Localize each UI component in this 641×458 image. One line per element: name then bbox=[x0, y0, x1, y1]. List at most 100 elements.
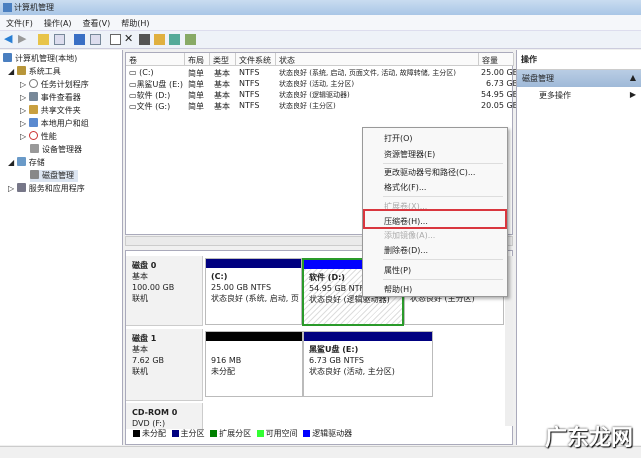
layout-cell: 简单 bbox=[188, 69, 204, 78]
partition-c[interactable]: (C:) 25.00 GB NTFS 状态良好 (系统, 启动, 页 bbox=[205, 258, 302, 325]
disk-0-label[interactable]: 磁盘 0 基本 100.00 GB 联机 bbox=[126, 256, 203, 326]
up-folder-icon[interactable] bbox=[38, 34, 49, 45]
type-cell: 基本 bbox=[214, 91, 230, 100]
menu-item-open[interactable]: 打开(O) bbox=[384, 133, 413, 144]
properties-icon[interactable] bbox=[110, 34, 121, 45]
tree-item-computer-management[interactable]: 计算机管理(本地) bbox=[3, 53, 77, 65]
filesystem-cell: NTFS bbox=[239, 68, 260, 77]
menu-help[interactable]: 帮助(H) bbox=[115, 15, 154, 29]
column-header-layout[interactable]: 布局 bbox=[185, 53, 210, 66]
drive-icon[interactable] bbox=[139, 34, 150, 45]
window-title: 计算机管理 bbox=[14, 3, 54, 12]
capacity-cell: 6.73 GB bbox=[486, 79, 519, 88]
collapse-icon: ▲ bbox=[629, 73, 636, 82]
legend-extended: 扩展分区 bbox=[219, 429, 252, 438]
legend-swatch bbox=[256, 430, 264, 437]
legend: 未分配 主分区 扩展分区 可用空间 逻辑驱动器 bbox=[130, 428, 352, 440]
navigation-tree: 计算机管理(本地) ◢ 系统工具 ▷ 任务计划程序 ▷ 事件查看器 ▷ 共享文件… bbox=[0, 50, 123, 445]
type-cell: 基本 bbox=[214, 102, 230, 111]
menu-item-change-drive-letter[interactable]: 更改驱动器号和路径(C)... bbox=[384, 167, 475, 178]
legend-primary: 主分区 bbox=[180, 429, 205, 438]
column-header-status[interactable]: 状态 bbox=[276, 53, 479, 66]
legend-swatch bbox=[303, 430, 311, 437]
tree-item-task-scheduler[interactable]: ▷ 任务计划程序 bbox=[20, 79, 89, 91]
legend-swatch bbox=[133, 430, 140, 437]
menu-action[interactable]: 操作(A) bbox=[38, 15, 77, 29]
layout-cell: 简单 bbox=[188, 102, 204, 111]
shared-folder-icon bbox=[28, 105, 38, 114]
open-folder-icon[interactable] bbox=[154, 34, 165, 45]
back-icon[interactable]: ◀ bbox=[4, 32, 15, 45]
toolbar: ◀ ▶ ✕ bbox=[0, 31, 641, 49]
legend-unallocated: 未分配 bbox=[142, 429, 166, 438]
partition-e[interactable]: 黑鲨U盘 (E:) 6.73 GB NTFS 状态良好 (活动, 主分区) bbox=[303, 331, 433, 397]
volume-name: ▭文件 (G:) bbox=[129, 102, 171, 111]
tree-item-shared-folders[interactable]: ▷ 共享文件夹 bbox=[20, 105, 81, 117]
capacity-cell: 54.95 GB bbox=[481, 90, 519, 99]
forward-icon[interactable]: ▶ bbox=[18, 32, 29, 45]
menu-item-add-mirror: 添加镜像(A)... bbox=[384, 231, 436, 240]
legend-swatch bbox=[210, 430, 218, 437]
show-action-pane-icon[interactable] bbox=[90, 34, 101, 45]
tree-item-system-tools[interactable]: ◢ 系统工具 bbox=[8, 66, 61, 78]
type-cell: 基本 bbox=[214, 80, 230, 89]
status-cell: 状态良好 (逻辑驱动器) bbox=[279, 91, 350, 99]
show-tree-icon[interactable] bbox=[54, 34, 65, 45]
rescan-icon[interactable] bbox=[185, 34, 196, 45]
submenu-arrow-icon: ▶ bbox=[629, 90, 636, 99]
watermark: 广东龙网 bbox=[544, 426, 633, 451]
status-cell: 状态良好 (主分区) bbox=[279, 102, 336, 110]
help-icon[interactable] bbox=[74, 34, 85, 45]
menu-item-explorer[interactable]: 资源管理器(E) bbox=[384, 149, 435, 160]
tree-item-performance[interactable]: ▷ 性能 bbox=[20, 131, 57, 143]
status-cell: 状态良好 (系统, 启动, 页面文件, 活动, 故障转储, 主分区) bbox=[279, 69, 456, 77]
actions-section-disk-management[interactable]: 磁盘管理 ▲ bbox=[517, 70, 641, 87]
filesystem-cell: NTFS bbox=[239, 101, 260, 110]
legend-free: 可用空间 bbox=[265, 429, 298, 438]
highlight-box bbox=[363, 209, 507, 229]
menu-bar: 文件(F) 操作(A) 查看(V) 帮助(H) bbox=[0, 15, 641, 31]
disk-icon bbox=[30, 170, 39, 179]
computer-icon bbox=[3, 53, 12, 62]
column-header-capacity[interactable]: 容量 bbox=[479, 53, 514, 66]
column-header-type[interactable]: 类型 bbox=[210, 53, 236, 66]
type-cell: 基本 bbox=[214, 69, 230, 78]
filesystem-cell: NTFS bbox=[239, 79, 260, 88]
volume-name: ▭黑鲨U盘 (E:) bbox=[129, 80, 183, 89]
services-icon bbox=[16, 183, 26, 192]
menu-item-help[interactable]: 帮助(H) bbox=[384, 284, 412, 295]
menu-file[interactable]: 文件(F) bbox=[0, 15, 38, 29]
storage-icon bbox=[16, 157, 26, 166]
tree-item-disk-management[interactable]: 磁盘管理 bbox=[30, 170, 78, 182]
capacity-cell: 20.05 GB bbox=[481, 101, 519, 110]
tree-item-device-manager[interactable]: 设备管理器 bbox=[30, 144, 82, 156]
unallocated-space[interactable]: 916 MB 未分配 bbox=[205, 331, 303, 397]
computer-management-icon bbox=[3, 3, 12, 12]
tree-item-storage[interactable]: ◢ 存储 bbox=[8, 157, 45, 169]
capacity-cell: 25.00 GB bbox=[481, 68, 519, 77]
legend-logical: 逻辑驱动器 bbox=[312, 429, 353, 438]
actions-header: 操作 bbox=[517, 50, 641, 70]
performance-icon bbox=[28, 131, 38, 140]
menu-item-format[interactable]: 格式化(F)... bbox=[384, 182, 426, 193]
delete-icon[interactable]: ✕ bbox=[124, 32, 135, 45]
menu-view[interactable]: 查看(V) bbox=[77, 15, 116, 29]
tree-item-services-apps[interactable]: ▷ 服务和应用程序 bbox=[8, 183, 85, 195]
actions-pane: 操作 磁盘管理 ▲ 更多操作 ▶ bbox=[516, 50, 641, 445]
layout-cell: 简单 bbox=[188, 91, 204, 100]
users-icon bbox=[28, 118, 38, 127]
column-header-filesystem[interactable]: 文件系统 bbox=[236, 53, 276, 66]
device-manager-icon bbox=[30, 144, 39, 153]
more-actions[interactable]: 更多操作 ▶ bbox=[517, 87, 641, 101]
menu-item-delete-volume[interactable]: 删除卷(D)... bbox=[384, 245, 428, 256]
column-header-volume[interactable]: 卷 bbox=[126, 53, 185, 66]
volume-name: ▭软件 (D:) bbox=[129, 91, 171, 100]
search-icon[interactable] bbox=[169, 34, 180, 45]
tree-item-local-users[interactable]: ▷ 本地用户和组 bbox=[20, 118, 89, 130]
menu-item-properties[interactable]: 属性(P) bbox=[384, 265, 411, 276]
disk-1-label[interactable]: 磁盘 1 基本 7.62 GB 联机 bbox=[126, 329, 203, 401]
volume-name: ▭ (C:) bbox=[129, 68, 154, 77]
tree-item-event-viewer[interactable]: ▷ 事件查看器 bbox=[20, 92, 81, 104]
title-bar: 计算机管理 bbox=[0, 0, 641, 15]
cdrom-0-label[interactable]: CD-ROM 0 DVD (F:) bbox=[126, 403, 203, 429]
